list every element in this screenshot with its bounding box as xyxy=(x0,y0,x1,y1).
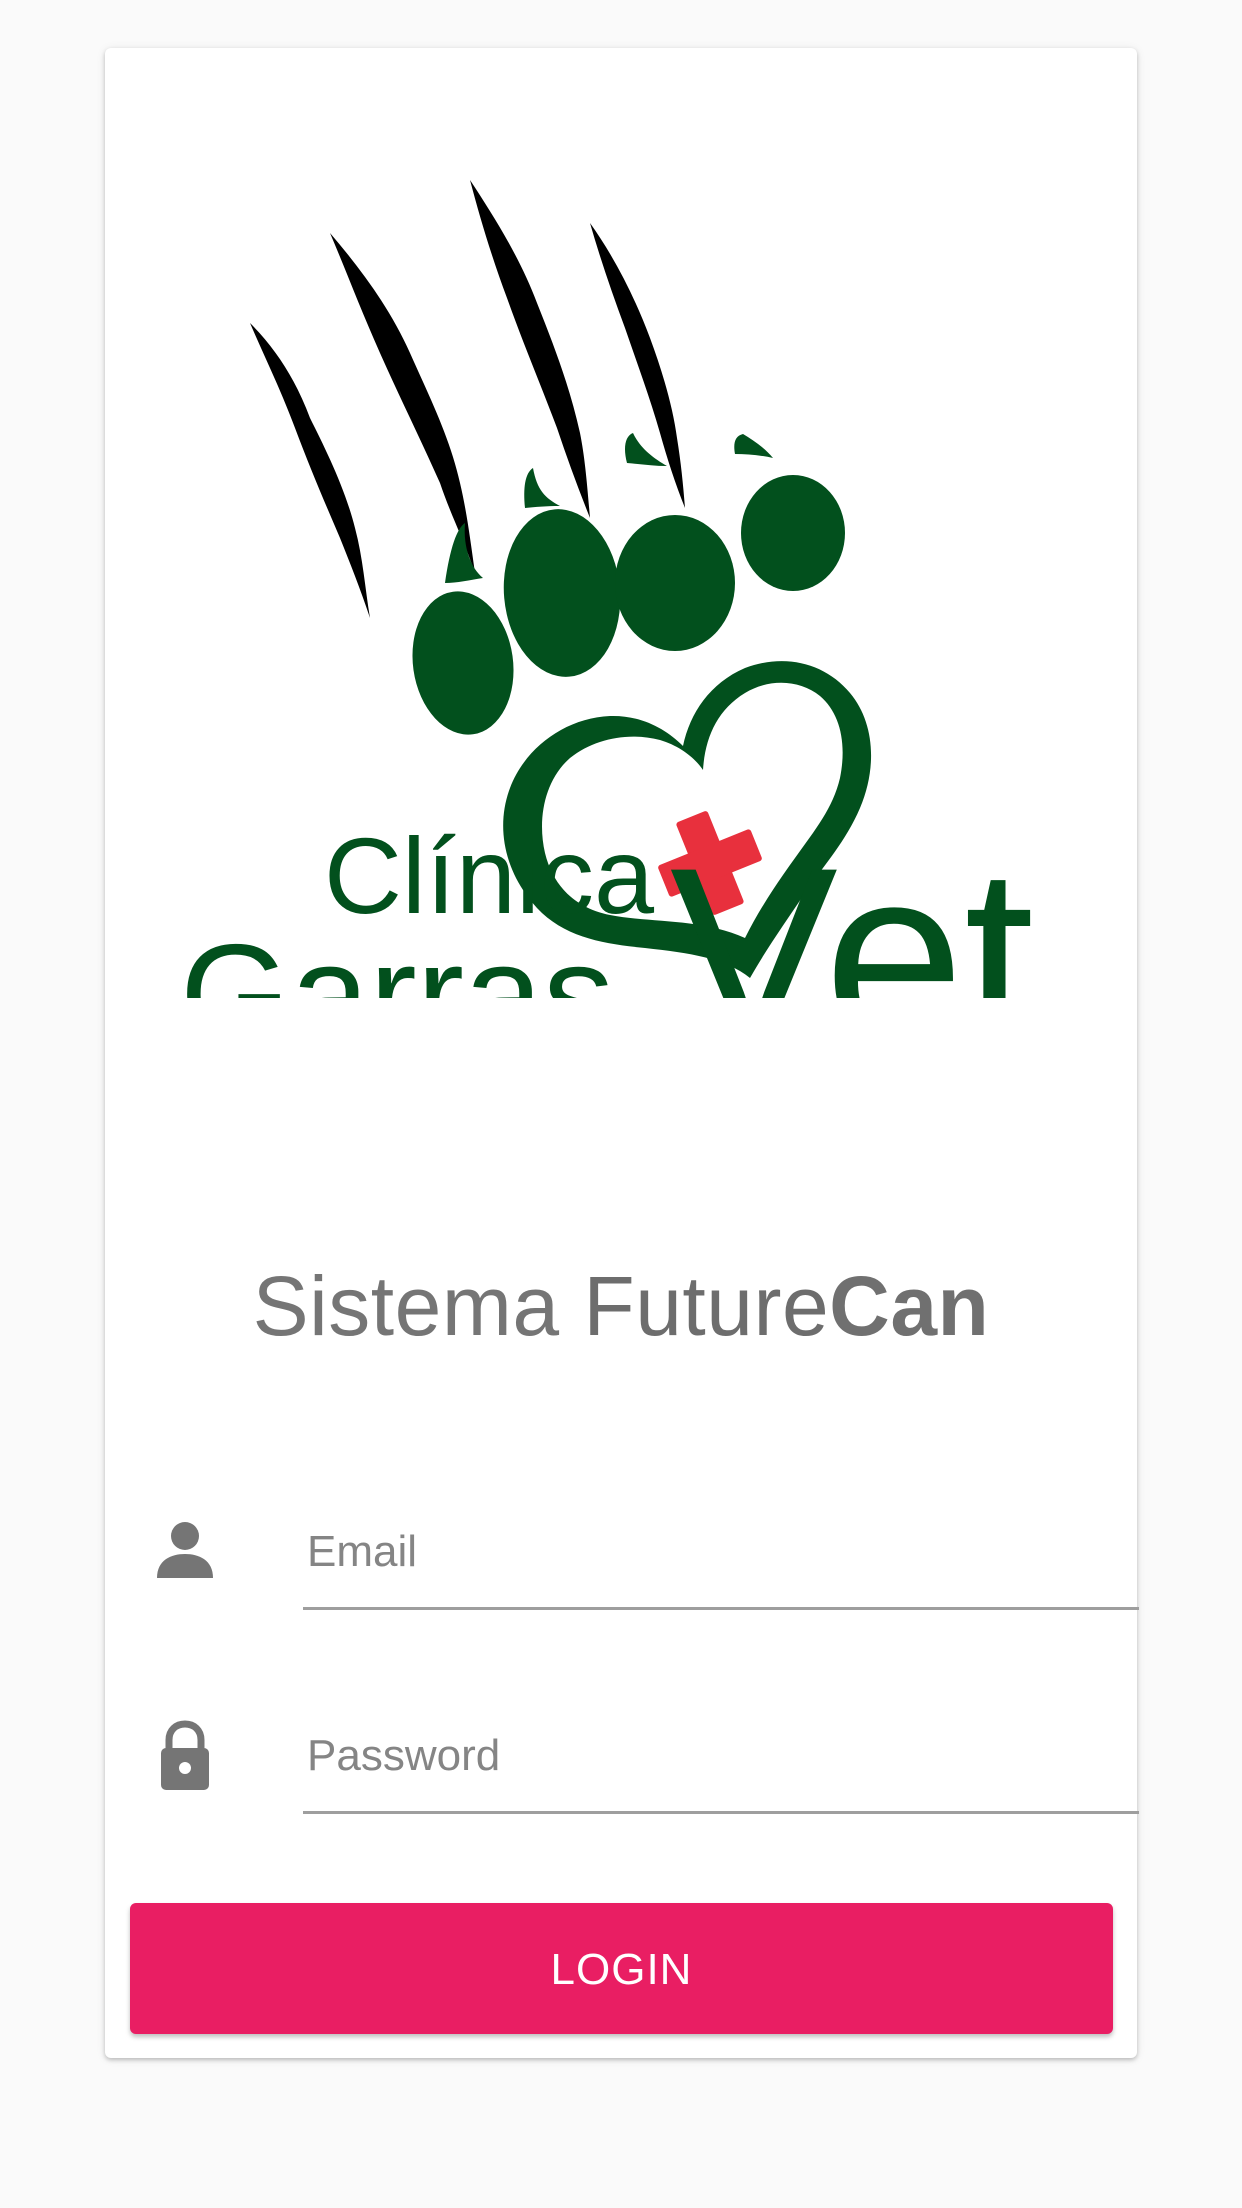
email-input[interactable] xyxy=(303,1496,1139,1610)
subtitle-part1: Sistema xyxy=(252,1259,584,1353)
password-field-row xyxy=(155,1700,1139,1820)
logo-line2-left: Garras xyxy=(180,915,614,998)
logo-line2-right: Vet xyxy=(670,816,1034,998)
login-card: Clínica Garras Vet Sistema FutureCan L xyxy=(105,48,1139,2058)
lock-icon xyxy=(155,1720,215,1790)
login-button[interactable]: LOGIN xyxy=(130,1903,1113,2034)
subtitle-part2: Future xyxy=(583,1259,830,1353)
password-input[interactable] xyxy=(303,1700,1139,1814)
person-icon xyxy=(155,1516,215,1586)
email-field-row xyxy=(155,1496,1139,1616)
subtitle-part3: Can xyxy=(829,1259,990,1353)
system-subtitle: Sistema FutureCan xyxy=(105,1258,1137,1355)
clinic-logo: Clínica Garras Vet xyxy=(105,118,1137,998)
